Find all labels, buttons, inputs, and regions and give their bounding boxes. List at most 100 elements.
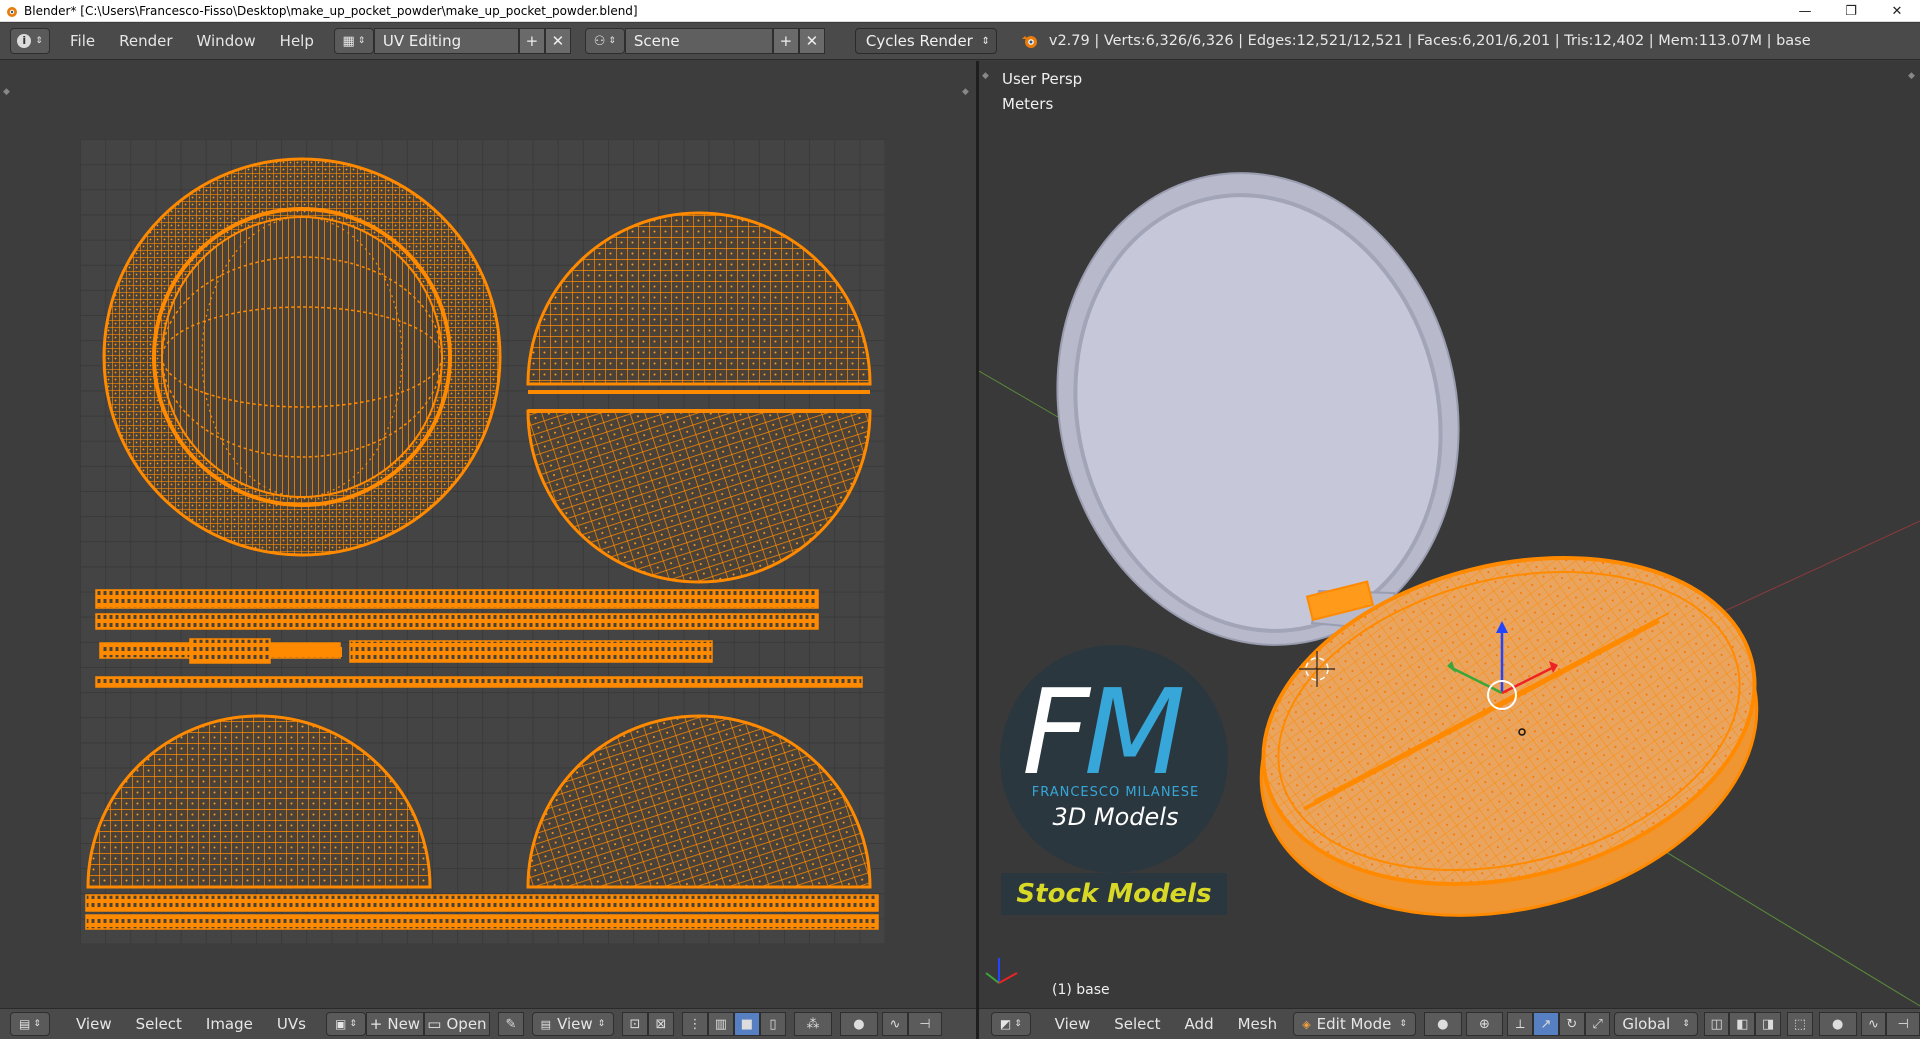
editor-type-selector[interactable]: i ⇕ bbox=[10, 28, 50, 54]
add-scene-icon[interactable]: + bbox=[772, 28, 799, 54]
viewport-header: ◩ ⇕ View Select Add Mesh ◈ Edit Mode ⇕ ● … bbox=[979, 1008, 1920, 1039]
image-icon: ▣ bbox=[334, 1017, 347, 1031]
minimize-button[interactable]: — bbox=[1782, 0, 1828, 22]
chevron-updown-icon: ⇕ bbox=[597, 1019, 606, 1029]
proportional-edit-icon[interactable]: ● bbox=[1818, 1012, 1857, 1036]
face-select-icon[interactable]: ◨ bbox=[1755, 1012, 1782, 1036]
snap-element-icon[interactable]: ⊣ bbox=[1886, 1012, 1920, 1036]
snap-icon[interactable]: ∿ bbox=[1860, 1012, 1887, 1036]
watermark-tagline: 3D Models bbox=[1052, 803, 1179, 831]
new-image-label: New bbox=[387, 1015, 421, 1033]
vp-menu-view[interactable]: View bbox=[1043, 1015, 1103, 1033]
scene-field[interactable]: Scene bbox=[624, 28, 773, 54]
menu-file[interactable]: File bbox=[58, 32, 107, 50]
orientation-label: Global bbox=[1622, 1015, 1671, 1033]
face-select-icon[interactable]: ■ bbox=[733, 1012, 760, 1036]
pin-icon[interactable]: ✎ bbox=[497, 1012, 524, 1036]
menu-render[interactable]: Render bbox=[107, 32, 184, 50]
chevron-updown-icon: ⇕ bbox=[349, 1019, 357, 1029]
render-engine-label: Cycles Render bbox=[865, 32, 973, 50]
vp-menu-mesh[interactable]: Mesh bbox=[1226, 1015, 1290, 1033]
window-titlebar: Blender* [C:\Users\Francesco-Fisso\Deskt… bbox=[0, 0, 1920, 22]
watermark-stock-box: Stock Models bbox=[1001, 873, 1227, 915]
scale-manipulator-icon[interactable]: ⤢ bbox=[1584, 1012, 1611, 1036]
chevron-updown-icon: ⇕ bbox=[1399, 1019, 1407, 1029]
watermark-letter-f: F bbox=[1022, 663, 1090, 801]
object-label: (1) base bbox=[1052, 982, 1110, 998]
scene-selector[interactable]: ⚇ ⇕ bbox=[584, 28, 625, 54]
translate-manipulator-icon[interactable]: ↗ bbox=[1533, 1012, 1559, 1036]
snap-icon[interactable]: ∿ bbox=[881, 1012, 908, 1036]
screen-layout-field[interactable]: UV Editing bbox=[373, 28, 519, 54]
chevron-updown-icon: ⇕ bbox=[357, 36, 366, 46]
edge-select-icon[interactable]: ◧ bbox=[1729, 1012, 1756, 1036]
chevron-updown-icon: ⇕ bbox=[608, 36, 616, 46]
new-image-button[interactable]: + New bbox=[365, 1012, 424, 1036]
view-icon: ▤ bbox=[540, 1017, 552, 1031]
uv-menu-view[interactable]: View bbox=[64, 1015, 124, 1033]
add-screen-icon[interactable]: + bbox=[518, 28, 545, 54]
sync-selection-icon[interactable]: ⊠ bbox=[647, 1012, 674, 1036]
uv-islands bbox=[85, 157, 879, 930]
view-mode-dropdown[interactable]: ▤ View ⇕ bbox=[531, 1012, 614, 1036]
render-engine-dropdown[interactable]: Cycles Render ⇕ bbox=[854, 28, 997, 54]
pivot-icon[interactable]: ⊡ bbox=[621, 1012, 648, 1036]
window-title: Blender* [C:\Users\Francesco-Fisso\Deskt… bbox=[24, 3, 638, 18]
vertex-select-icon[interactable]: ⋮ bbox=[681, 1012, 708, 1036]
uv-editor-header: ▤ ⇕ View Select Image UVs ▣ ⇕ + New ▭ Open… bbox=[0, 1008, 976, 1039]
uv-menu-select[interactable]: Select bbox=[124, 1015, 194, 1033]
plus-icon: + bbox=[369, 1015, 383, 1033]
vp-menu-select[interactable]: Select bbox=[1102, 1015, 1172, 1033]
edit-mode-icon: ◈ bbox=[1302, 1017, 1311, 1031]
watermark-letter-m: M bbox=[1083, 663, 1186, 801]
mode-label: Edit Mode bbox=[1316, 1015, 1392, 1033]
folder-icon: ▭ bbox=[427, 1015, 442, 1033]
remove-screen-icon[interactable]: ✕ bbox=[544, 28, 571, 54]
image-editor-icon: ▤ bbox=[19, 1017, 31, 1031]
blender-app: Blender* [C:\Users\Francesco-Fisso\Deskt… bbox=[0, 0, 1920, 1039]
uv-image-editor[interactable]: ◆ ◆ bbox=[0, 61, 976, 1008]
orientation-dropdown[interactable]: Global ⇕ bbox=[1614, 1012, 1698, 1036]
editor-type-selector[interactable]: ◩ ⇕ bbox=[991, 1012, 1031, 1036]
open-image-button[interactable]: ▭ Open bbox=[423, 1012, 490, 1036]
layout-grid-icon: ▦ bbox=[342, 33, 355, 49]
manipulator-toggle-icon[interactable]: ⟂ bbox=[1507, 1012, 1534, 1036]
watermark-logo: FM bbox=[1022, 673, 1186, 791]
info-header: i ⇕ File Render Window Help ▦ ⇕ UV Editi… bbox=[0, 23, 1920, 60]
info-icon: i bbox=[17, 34, 32, 48]
close-button[interactable]: ✕ bbox=[1874, 0, 1920, 22]
menu-window[interactable]: Window bbox=[185, 32, 268, 50]
scene-stats: v2.79 | Verts:6,326/6,326 | Edges:12,521… bbox=[1048, 33, 1811, 49]
snap-element-icon[interactable]: ⊣ bbox=[907, 1012, 942, 1036]
screen-layout-selector[interactable]: ▦ ⇕ bbox=[333, 28, 374, 54]
sticky-select-icon[interactable]: ⁂ bbox=[793, 1012, 832, 1036]
uv-menu-image[interactable]: Image bbox=[194, 1015, 265, 1033]
proportional-edit-icon[interactable]: ● bbox=[839, 1012, 878, 1036]
chevron-updown-icon: ⇕ bbox=[1014, 1019, 1022, 1029]
limit-selection-icon[interactable]: ⬚ bbox=[1787, 1012, 1813, 1036]
open-image-label: Open bbox=[446, 1015, 487, 1033]
chevron-updown-icon: ⇕ bbox=[981, 35, 990, 47]
chevron-updown-icon: ⇕ bbox=[33, 1019, 41, 1029]
rotate-manipulator-icon[interactable]: ↻ bbox=[1558, 1012, 1585, 1036]
blender-logo-icon bbox=[1021, 36, 1037, 48]
vp-menu-add[interactable]: Add bbox=[1173, 1015, 1226, 1033]
blender-logo-icon bbox=[7, 6, 17, 17]
remove-scene-icon[interactable]: ✕ bbox=[798, 28, 825, 54]
chevron-updown-icon: ⇕ bbox=[1682, 1019, 1690, 1029]
pivot-point-icon[interactable]: ⊕ bbox=[1465, 1012, 1504, 1036]
vertex-select-icon[interactable]: ◫ bbox=[1703, 1012, 1730, 1036]
view-mode-label: View bbox=[557, 1015, 593, 1033]
watermark-stock-text: Stock Models bbox=[1016, 879, 1212, 909]
chevron-updown-icon: ⇕ bbox=[35, 36, 43, 46]
image-browse-button[interactable]: ▣ ⇕ bbox=[325, 1012, 366, 1036]
island-select-icon[interactable]: ▯ bbox=[759, 1012, 786, 1036]
uv-menu-uvs[interactable]: UVs bbox=[265, 1015, 318, 1033]
editor-type-selector[interactable]: ▤ ⇕ bbox=[10, 1012, 50, 1036]
mode-dropdown[interactable]: ◈ Edit Mode ⇕ bbox=[1293, 1012, 1416, 1036]
shading-icon[interactable]: ● bbox=[1423, 1012, 1462, 1036]
maximize-button[interactable]: ❐ bbox=[1828, 0, 1874, 22]
menu-help[interactable]: Help bbox=[268, 32, 326, 50]
edge-select-icon[interactable]: ▥ bbox=[707, 1012, 734, 1036]
3d-view-icon: ◩ bbox=[999, 1017, 1012, 1031]
